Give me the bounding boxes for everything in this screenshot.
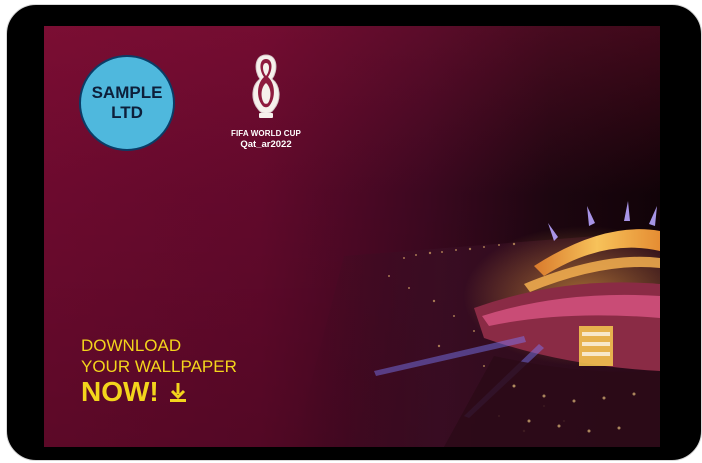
company-name-line1: SAMPLE	[91, 83, 163, 102]
world-cup-title: FIFA WORLD CUP	[231, 129, 301, 138]
download-cta[interactable]: DOWNLOAD YOUR WALLPAPER NOW!	[81, 335, 237, 407]
cta-now-label: NOW!	[81, 376, 159, 407]
world-cup-emblem-icon	[252, 54, 280, 118]
company-name-line2: LTD	[111, 103, 143, 122]
world-cup-subtitle: Qat_ar2022	[240, 139, 292, 150]
download-arrow-icon[interactable]	[169, 382, 187, 402]
cta-now[interactable]: NOW!	[81, 377, 237, 407]
company-logo-badge: SAMPLE LTD	[79, 55, 175, 151]
wallpaper-banner[interactable]: SAMPLE LTD FIFA WORLD CUP Qat_ar2022 DOW…	[44, 26, 660, 447]
cta-line-download: DOWNLOAD	[81, 336, 182, 355]
world-cup-logo: FIFA WORLD CUP Qat_ar2022	[221, 53, 311, 153]
cta-line-wallpaper: YOUR WALLPAPER	[81, 357, 237, 376]
tablet-frame: SAMPLE LTD FIFA WORLD CUP Qat_ar2022 DOW…	[6, 4, 702, 461]
